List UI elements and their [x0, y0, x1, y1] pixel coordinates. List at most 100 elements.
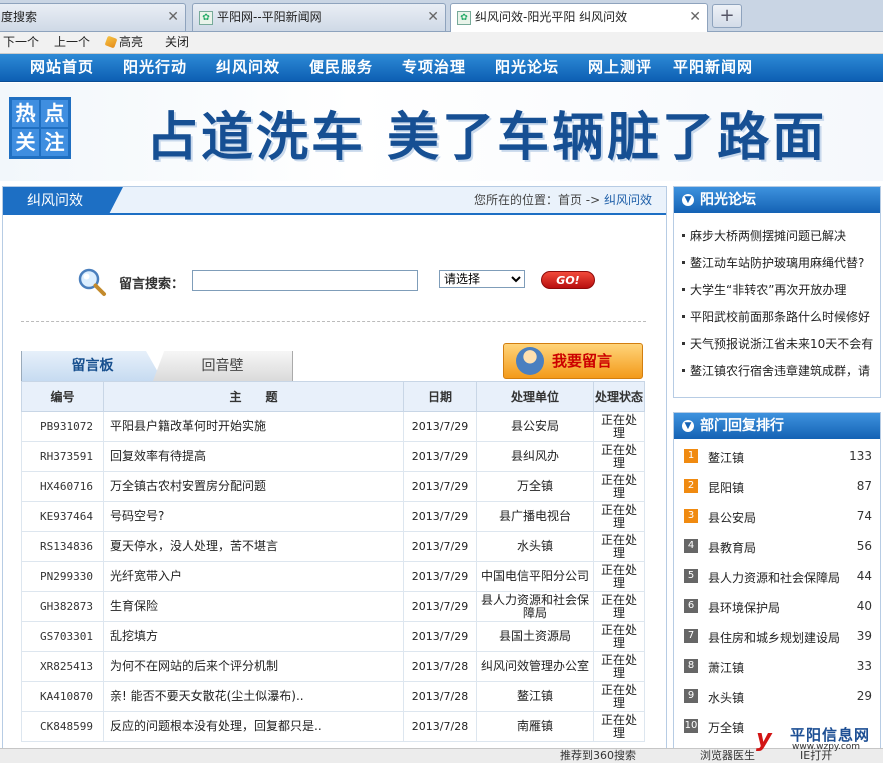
- search-category-select[interactable]: 请选择: [439, 270, 525, 288]
- cell-subject-link[interactable]: 为何不在网站的后来个评分机制: [103, 651, 404, 682]
- rank-count: 87: [856, 479, 872, 493]
- cell-subject-link[interactable]: 生育保险: [103, 591, 404, 622]
- cell-date: 2013/7/29: [403, 531, 477, 562]
- cell-id: RS134836: [21, 531, 104, 562]
- cell-subject-link[interactable]: 反应的问题根本没有处理，回复都只是..: [103, 711, 404, 742]
- forum-item-link[interactable]: 大学生“非转农”再次开放办理: [682, 281, 876, 298]
- nav-item-services[interactable]: 便民服务: [309, 54, 373, 80]
- cell-status: 正在处理: [593, 441, 645, 472]
- table-row[interactable]: PN299330 光纤宽带入户 2013/7/29 中国电信平阳分公司 正在处理: [21, 561, 645, 592]
- table-row[interactable]: KE937464 号码空号? 2013/7/29 县广播电视台 正在处理: [21, 501, 645, 532]
- cell-subject-link[interactable]: 回复效率有待提高: [103, 441, 404, 472]
- recommend-360-button[interactable]: 推荐到360搜索: [560, 749, 636, 763]
- search-label: 留言搜索：: [119, 277, 185, 292]
- cell-subject-link[interactable]: 万全镇古农村安置房分配问题: [103, 471, 404, 502]
- forum-item-link[interactable]: 鳌江镇农行宿舍违章建筑成群，请: [682, 362, 876, 379]
- search-go-button[interactable]: GO!: [541, 271, 595, 289]
- ranking-row[interactable]: 1 鳌江镇 133: [684, 446, 872, 466]
- ranking-row[interactable]: 9 水头镇 29: [684, 686, 872, 706]
- breadcrumb-prefix: 您所在的位置：: [473, 193, 558, 207]
- highlight-label: 高亮: [119, 35, 144, 49]
- forum-item-link[interactable]: 天气预报说浙江省未来10天不会有: [682, 335, 876, 352]
- cell-date: 2013/7/28: [403, 651, 477, 682]
- ranking-row[interactable]: 6 县环境保护局 40: [684, 596, 872, 616]
- rank-count: 29: [856, 689, 872, 703]
- close-icon[interactable]: ✕: [167, 4, 179, 30]
- nav-item-evaluation[interactable]: 网上测评: [588, 54, 652, 80]
- panel-header: 纠风问效 您所在的位置：首页 -> 纠风问效: [3, 187, 666, 215]
- table-row[interactable]: HX460716 万全镇古农村安置房分配问题 2013/7/29 万全镇 正在处理: [21, 471, 645, 502]
- find-bar: 下一个 上一个 高亮 关闭: [0, 32, 883, 54]
- tab-echo-wall[interactable]: 回音壁: [153, 351, 293, 381]
- rank-count: 74: [856, 509, 872, 523]
- badge-char: 点: [41, 100, 68, 127]
- cell-id: HX460716: [21, 471, 104, 502]
- table-row[interactable]: GS703301 乱挖填方 2013/7/29 县国土资源局 正在处理: [21, 621, 645, 652]
- find-next-button[interactable]: 下一个: [3, 32, 39, 53]
- page-favicon-icon: ✿: [199, 10, 213, 25]
- hot-topic-banner[interactable]: 热 点 关 注 占道洗车 美了车辆脏了路面: [0, 83, 883, 181]
- nav-item-special[interactable]: 专项治理: [402, 54, 466, 80]
- forum-item-link[interactable]: 鳌江动车站防护玻璃用麻绳代替?: [682, 254, 876, 271]
- panel-title: 纠风问效: [3, 187, 123, 215]
- cell-subject-link[interactable]: 乱挖填方: [103, 621, 404, 652]
- nav-item-forum[interactable]: 阳光论坛: [495, 54, 559, 80]
- table-row[interactable]: KA410870 亲! 能否不要天女散花(尘土似瀑布).. 2013/7/28 鳌江镇…: [21, 681, 645, 712]
- breadcrumb-current[interactable]: 纠风问效: [604, 193, 652, 207]
- table-row[interactable]: RH373591 回复效率有待提高 2013/7/29 县纠风办 正在处理: [21, 441, 645, 472]
- table-row[interactable]: XR825413 为何不在网站的后来个评分机制 2013/7/28 纠风问效管理办公室…: [21, 651, 645, 682]
- new-tab-button[interactable]: +: [712, 4, 742, 28]
- close-icon[interactable]: ✕: [427, 4, 439, 30]
- ranking-row[interactable]: 4 县教育局 56: [684, 536, 872, 556]
- cell-subject-link[interactable]: 号码空号?: [103, 501, 404, 532]
- find-prev-button[interactable]: 上一个: [54, 32, 90, 53]
- find-close-button[interactable]: 关闭: [165, 32, 189, 53]
- close-icon[interactable]: ✕: [689, 4, 701, 30]
- browser-tab-1[interactable]: 度搜索 ✕: [0, 3, 186, 31]
- nav-item-news[interactable]: 平阳新闻网: [673, 54, 753, 80]
- cell-id: XR825413: [21, 651, 104, 682]
- ranking-row[interactable]: 3 县公安局 74: [684, 506, 872, 526]
- breadcrumb-home[interactable]: 首页: [558, 193, 582, 207]
- ranking-row[interactable]: 5 县人力资源和社会保障局 44: [684, 566, 872, 586]
- cell-status: 正在处理: [593, 681, 645, 712]
- cell-id: GH382873: [21, 591, 104, 622]
- nav-item-home[interactable]: 网站首页: [30, 54, 94, 80]
- cell-id: KA410870: [21, 681, 104, 712]
- badge-char: 关: [12, 129, 39, 156]
- nav-item-sunshine-action[interactable]: 阳光行动: [123, 54, 187, 80]
- tab-message-board[interactable]: 留言板: [21, 351, 163, 381]
- cell-subject-link[interactable]: 夏天停水，没人处理，苦不堪言: [103, 531, 404, 562]
- forum-item-link[interactable]: 平阳武校前面那条路什么时候修好: [682, 308, 876, 325]
- forum-item-link[interactable]: 麻步大桥两侧摆摊问题已解决: [682, 227, 876, 244]
- browser-doctor-button[interactable]: 浏览器医生: [700, 749, 755, 763]
- message-search: 留言搜索： 请选择 GO!: [77, 265, 637, 299]
- browser-tab-2[interactable]: ✿ 平阳网--平阳新闻网 ✕: [192, 3, 446, 31]
- rank-count: 133: [849, 449, 872, 463]
- nav-item-jiufeng[interactable]: 纠风问效: [216, 54, 280, 80]
- rank-number: 8: [684, 659, 698, 673]
- cell-subject-link[interactable]: 亲! 能否不要天女散花(尘土似瀑布)..: [103, 681, 404, 712]
- table-row[interactable]: RS134836 夏天停水，没人处理，苦不堪言 2013/7/29 水头镇 正在处理: [21, 531, 645, 562]
- rank-dept: 万全镇: [708, 721, 745, 735]
- ranking-row[interactable]: 2 昆阳镇 87: [684, 476, 872, 496]
- cell-subject-link[interactable]: 平阳县户籍改革何时开始实施: [103, 411, 404, 442]
- search-input[interactable]: [192, 270, 418, 291]
- ranking-row[interactable]: 7 县住房和城乡规划建设局 39: [684, 626, 872, 646]
- rank-dept: 鳌江镇: [708, 451, 745, 465]
- rank-count: 39: [856, 629, 872, 643]
- board-tabs: 留言板 回音壁 我要留言: [21, 343, 646, 381]
- rank-number: 3: [684, 509, 698, 523]
- highlight-button[interactable]: 高亮: [104, 32, 144, 53]
- table-row[interactable]: GH382873 生育保险 2013/7/29 县人力资源和社会保障局 正在处理: [21, 591, 645, 622]
- table-row[interactable]: CK848599 反应的问题根本没有处理，回复都只是.. 2013/7/28 南雁镇正…: [21, 711, 645, 742]
- cell-subject-link[interactable]: 光纤宽带入户: [103, 561, 404, 592]
- cell-id: GS703301: [21, 621, 104, 652]
- ranking-row[interactable]: 8 萧江镇 33: [684, 656, 872, 676]
- post-message-button[interactable]: 我要留言: [503, 343, 643, 379]
- table-row[interactable]: PB931072 平阳县户籍改革何时开始实施 2013/7/29 县公安局 正在处理: [21, 411, 645, 442]
- rank-number: 9: [684, 689, 698, 703]
- highlighter-icon: [104, 35, 118, 49]
- cell-date: 2013/7/29: [403, 501, 477, 532]
- browser-tab-3-active[interactable]: ✿ 纠风问效-阳光平阳 纠风问效 ✕: [450, 3, 708, 32]
